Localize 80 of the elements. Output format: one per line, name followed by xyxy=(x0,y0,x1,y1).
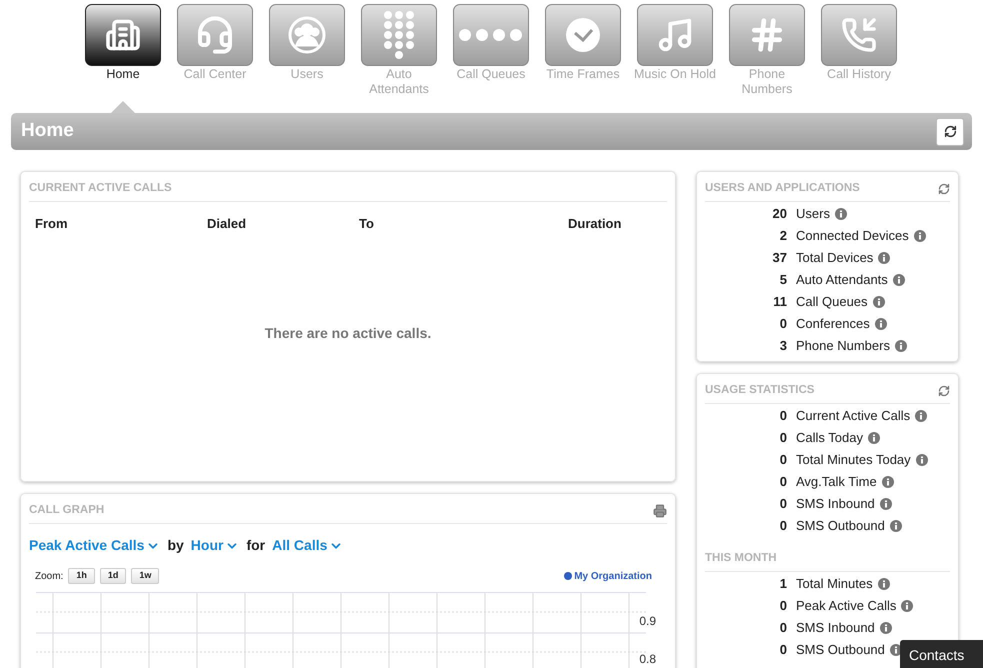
clock-icon xyxy=(565,17,601,53)
stat-label: SMS Outbound xyxy=(796,518,885,534)
stat-value: 3 xyxy=(780,338,787,354)
stat-label: Auto Attendants xyxy=(796,272,888,288)
empty-message: There are no active calls. xyxy=(264,324,432,343)
refresh-icon xyxy=(944,125,956,138)
nav-tab[interactable]: Call Center xyxy=(177,4,253,100)
nav-tab[interactable]: Call Queues xyxy=(453,4,529,100)
stat-label: Current Active Calls xyxy=(796,408,910,424)
keypad-icon xyxy=(382,10,416,60)
card-title: CURRENT ACTIVE CALLS xyxy=(29,180,172,196)
stat-value: 20 xyxy=(772,206,787,222)
stat-label: Phone Numbers xyxy=(796,338,890,354)
stat-label: Total Minutes xyxy=(796,576,873,592)
stat-value: 0 xyxy=(780,518,787,534)
stat-value: 0 xyxy=(780,408,787,424)
legend-label: My Organization xyxy=(574,570,652,584)
card-title: THIS MONTH xyxy=(705,550,777,566)
stat-label: Connected Devices xyxy=(796,228,909,244)
phone-arrow-icon xyxy=(841,17,877,53)
stat-value: 0 xyxy=(780,496,787,512)
dots-icon xyxy=(458,28,524,42)
stat-label: SMS Inbound xyxy=(796,620,875,636)
card-title: USERS AND APPLICATIONS xyxy=(705,180,860,196)
column-header: Dialed xyxy=(207,215,248,233)
filter-dropdown[interactable]: All Calls xyxy=(272,535,344,556)
headset-icon xyxy=(195,15,235,55)
stat-label: Users xyxy=(796,206,830,222)
stat-value: 0 xyxy=(780,642,787,658)
column-header: Duration xyxy=(568,215,622,233)
stat-value: 0 xyxy=(780,316,787,332)
stat-value: 2 xyxy=(780,228,787,244)
refresh-icon[interactable] xyxy=(938,182,950,194)
column-header: From xyxy=(35,215,68,233)
print-icon[interactable] xyxy=(653,504,667,518)
zoom-button[interactable]: 1d xyxy=(100,568,126,584)
refresh-button[interactable] xyxy=(936,118,964,146)
nav-tab[interactable]: Phone Numbers xyxy=(729,4,805,100)
stat-label: Calls Today xyxy=(796,430,863,446)
users-icon xyxy=(287,15,327,55)
stat-value: 5 xyxy=(780,272,787,288)
stat-label: Avg.Talk Time xyxy=(796,474,877,490)
card-title: CALL GRAPH xyxy=(29,502,104,518)
axis-label: 0.8 xyxy=(639,652,656,666)
stat-label: SMS Outbound xyxy=(796,642,885,658)
nav-tab[interactable]: Home xyxy=(85,4,161,100)
stat-value: 0 xyxy=(780,452,787,468)
zoom-button[interactable]: 1h xyxy=(68,568,95,584)
stat-value: 1 xyxy=(780,576,787,592)
building-icon xyxy=(105,17,141,53)
music-note-icon xyxy=(656,16,694,54)
stat-label: Call Queues xyxy=(796,294,868,310)
stat-label: Peak Active Calls xyxy=(796,598,896,614)
stat-value: 11 xyxy=(773,294,787,310)
stat-label: SMS Inbound xyxy=(796,496,875,512)
column-header: To xyxy=(359,215,375,233)
stat-label: Conferences xyxy=(796,316,870,332)
card-title: USAGE STATISTICS xyxy=(705,382,814,398)
for-label: for xyxy=(246,536,266,555)
contacts-tab[interactable]: Contacts xyxy=(900,640,983,668)
stat-value: 0 xyxy=(780,620,787,636)
stat-label: Total Minutes Today xyxy=(796,452,911,468)
zoom-button[interactable]: 1w xyxy=(131,568,160,584)
nav-tab[interactable]: Auto Attendants xyxy=(361,4,437,100)
metric-dropdown[interactable]: Peak Active Calls xyxy=(29,535,160,556)
axis-label: 0.9 xyxy=(639,614,656,628)
nav-tab[interactable]: Time Frames xyxy=(545,4,621,100)
stat-value: 37 xyxy=(772,250,787,266)
stat-value: 0 xyxy=(780,430,787,446)
stat-value: 0 xyxy=(780,598,787,614)
page-title: Home xyxy=(21,119,74,144)
nav-tab[interactable]: Users xyxy=(269,4,345,100)
period-dropdown[interactable]: Hour xyxy=(190,535,240,556)
stat-label: Total Devices xyxy=(796,250,874,266)
nav-tab[interactable]: Music On Hold xyxy=(637,4,713,100)
nav-tab[interactable]: Call History xyxy=(821,4,897,100)
stat-value: 0 xyxy=(780,474,787,490)
zoom-label: Zoom: xyxy=(35,570,64,584)
refresh-icon[interactable] xyxy=(938,384,950,396)
by-label: by xyxy=(167,536,184,555)
